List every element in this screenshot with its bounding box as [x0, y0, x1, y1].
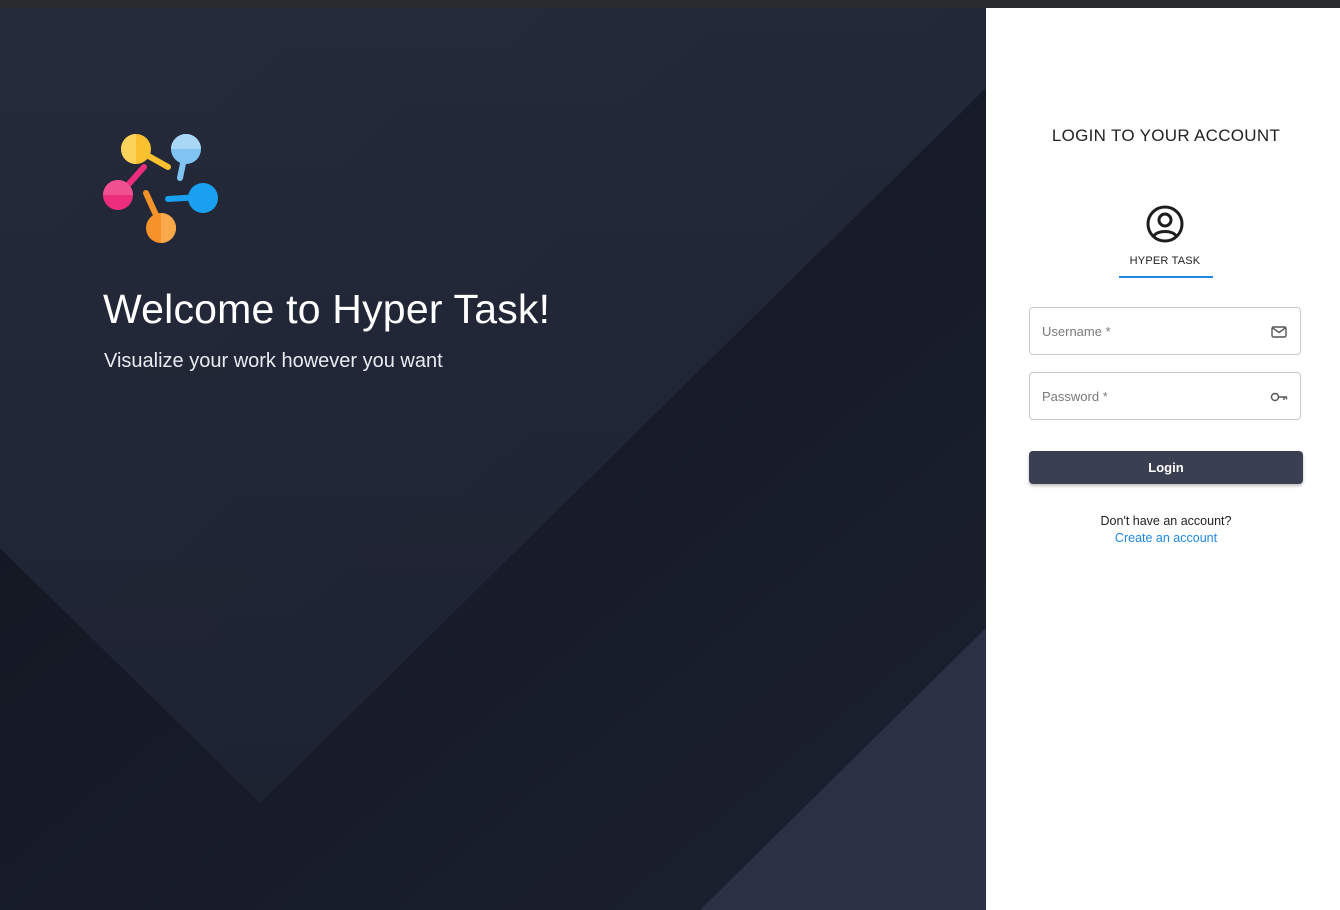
password-input[interactable]: [1030, 373, 1300, 419]
login-button[interactable]: Login: [1029, 451, 1303, 484]
user-circle-icon: [1146, 205, 1184, 243]
create-account-link[interactable]: Create an account: [986, 531, 1340, 545]
hyper-task-logo: [103, 134, 218, 243]
tab-active-indicator: [1119, 276, 1213, 278]
key-icon: [1270, 392, 1288, 402]
login-panel: LOGIN TO YOUR ACCOUNT HYPER TASK Login D…: [986, 8, 1340, 910]
login-heading: LOGIN TO YOUR ACCOUNT: [1051, 126, 1281, 145]
hero-subtitle: Visualize your work however you want: [104, 350, 443, 372]
signup-prompt: Don't have an account?: [1100, 514, 1232, 528]
window-top-bar: [0, 0, 1340, 8]
password-field: [1029, 372, 1301, 420]
mail-icon: [1271, 326, 1287, 338]
tab-label: HYPER TASK: [1129, 255, 1201, 267]
username-field: [1029, 307, 1301, 355]
hero-title: Welcome to Hyper Task!: [103, 286, 551, 332]
tab-hyper-task[interactable]: HYPER TASK: [1117, 203, 1213, 278]
hero-panel: Welcome to Hyper Task! Visualize your wo…: [0, 8, 986, 910]
username-input[interactable]: [1030, 308, 1300, 354]
